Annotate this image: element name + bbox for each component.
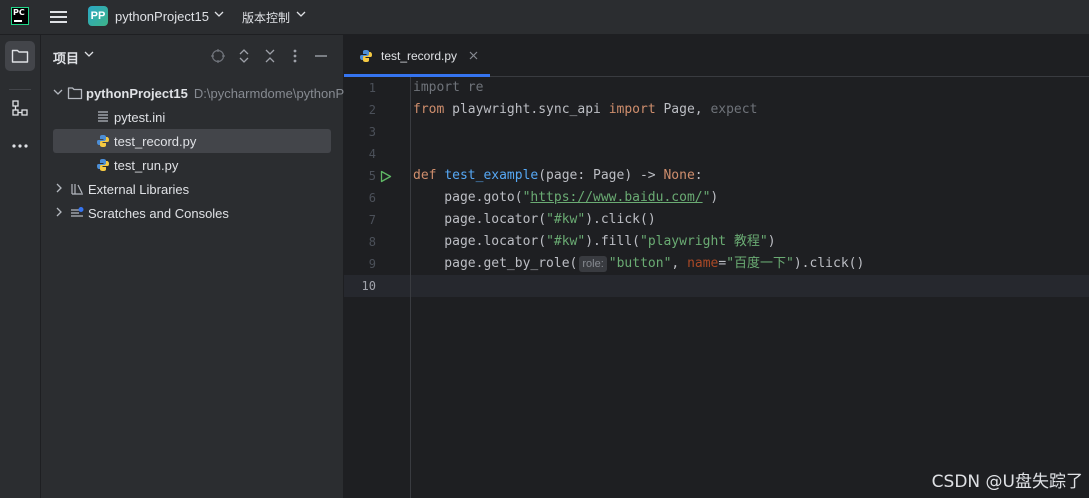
structure-icon: [12, 100, 28, 116]
scratches-icon: [69, 205, 85, 221]
code-line: page.goto("https://www.baidu.com/"): [413, 190, 719, 205]
collapse-all-icon[interactable]: [262, 48, 278, 64]
logo-text: PC: [13, 8, 25, 17]
line-number: 7: [368, 213, 376, 227]
line-number: 8: [368, 235, 376, 249]
python-file-icon: [358, 48, 374, 64]
tree-item-project-root[interactable]: pythonProject15 D:\pycharmdome\pythonPro…: [53, 81, 390, 105]
tree-item-scratches[interactable]: Scratches and Consoles: [53, 201, 331, 225]
chevron-down-icon[interactable]: [53, 87, 63, 100]
project-panel-header: 项目: [41, 35, 343, 77]
vcs-chevron-down-icon[interactable]: [296, 9, 306, 22]
line-number: 9: [368, 257, 376, 271]
project-badge[interactable]: PP: [88, 6, 108, 26]
tree-item-test-record[interactable]: test_record.py: [53, 129, 331, 153]
tree-item-label: pytest.ini: [114, 109, 166, 125]
folder-icon: [67, 85, 83, 101]
python-file-icon: [95, 157, 111, 173]
main-menu-icon[interactable]: [50, 8, 68, 24]
parameter-hint: role:: [579, 256, 607, 272]
line-number: 5: [368, 169, 376, 183]
editor-tab-bar: test_record.py: [344, 35, 1089, 77]
structure-tool-button[interactable]: [5, 93, 35, 123]
code-line: import re: [413, 80, 484, 95]
tab-label: test_record.py: [381, 48, 458, 63]
code-line: def test_example(page: Page) -> None:: [413, 168, 703, 183]
code-text-area[interactable]: import re from playwright.sync_api impor…: [411, 77, 1089, 498]
tool-window-strip: [0, 35, 41, 498]
code-line-current: [411, 275, 1089, 297]
chevron-right-icon[interactable]: [53, 207, 65, 220]
line-number: 1: [368, 81, 376, 95]
project-chevron-down-icon[interactable]: [214, 9, 224, 22]
run-gutter-icon[interactable]: [380, 165, 394, 187]
hide-icon[interactable]: [313, 48, 329, 64]
more-tools-button[interactable]: [5, 131, 35, 161]
chevron-right-icon[interactable]: [53, 183, 65, 196]
strip-divider: [9, 89, 31, 90]
project-panel: 项目 pythonProject15 D:\pycharmdome\python…: [41, 35, 390, 498]
vcs-menu[interactable]: 版本控制: [242, 9, 290, 26]
tree-item-label: pythonProject15: [86, 85, 188, 101]
python-file-icon: [95, 133, 111, 149]
line-number-gutter: 1 2 3 4 5 6 7 8 9 10: [344, 77, 411, 498]
libraries-icon: [69, 181, 85, 197]
code-line: page.locator("#kw").fill("playwright 教程"…: [413, 234, 776, 249]
line-number: 4: [368, 147, 376, 161]
code-editor: test_record.py 1 2 3 4 5 6 7 8 9 10 impo…: [344, 35, 1089, 498]
line-number: 6: [368, 191, 376, 205]
pycharm-logo-icon[interactable]: PC: [11, 7, 29, 25]
ini-file-icon: [95, 109, 111, 125]
options-icon[interactable]: [287, 48, 303, 64]
line-number: 3: [368, 125, 376, 139]
tree-item-label: Scratches and Consoles: [88, 205, 229, 221]
locate-icon[interactable]: [210, 48, 226, 64]
tree-item-test-run[interactable]: test_run.py: [53, 153, 331, 177]
tree-item-external-libraries[interactable]: External Libraries: [53, 177, 331, 201]
project-tool-button[interactable]: [5, 41, 35, 71]
close-icon[interactable]: [469, 49, 478, 63]
line-number: 10: [361, 279, 376, 293]
tree-item-label: test_run.py: [114, 157, 179, 173]
code-line: page.locator("#kw").click(): [413, 212, 656, 227]
more-icon: [12, 144, 28, 148]
tree-item-label: test_record.py: [114, 133, 197, 149]
url-link[interactable]: https://www.baidu.com/: [530, 190, 702, 205]
folder-icon: [11, 49, 29, 63]
project-panel-title[interactable]: 项目: [53, 48, 79, 67]
line-number: 2: [368, 103, 376, 117]
tree-item-pytest-ini[interactable]: pytest.ini: [53, 105, 331, 129]
watermark-text: CSDN @U盘失踪了: [931, 472, 1083, 492]
code-line: page.get_by_role(role: "button", name="百度…: [413, 256, 865, 272]
expand-all-icon[interactable]: [236, 48, 252, 64]
tab-test-record[interactable]: test_record.py: [344, 35, 490, 77]
code-line: from playwright.sync_api import Page, ex…: [413, 102, 758, 117]
project-name[interactable]: pythonProject15: [115, 9, 209, 24]
panel-chevron-down-icon[interactable]: [84, 49, 94, 62]
tree-item-label: External Libraries: [88, 181, 190, 197]
title-bar: PC PP pythonProject15 版本控制: [0, 0, 1089, 35]
